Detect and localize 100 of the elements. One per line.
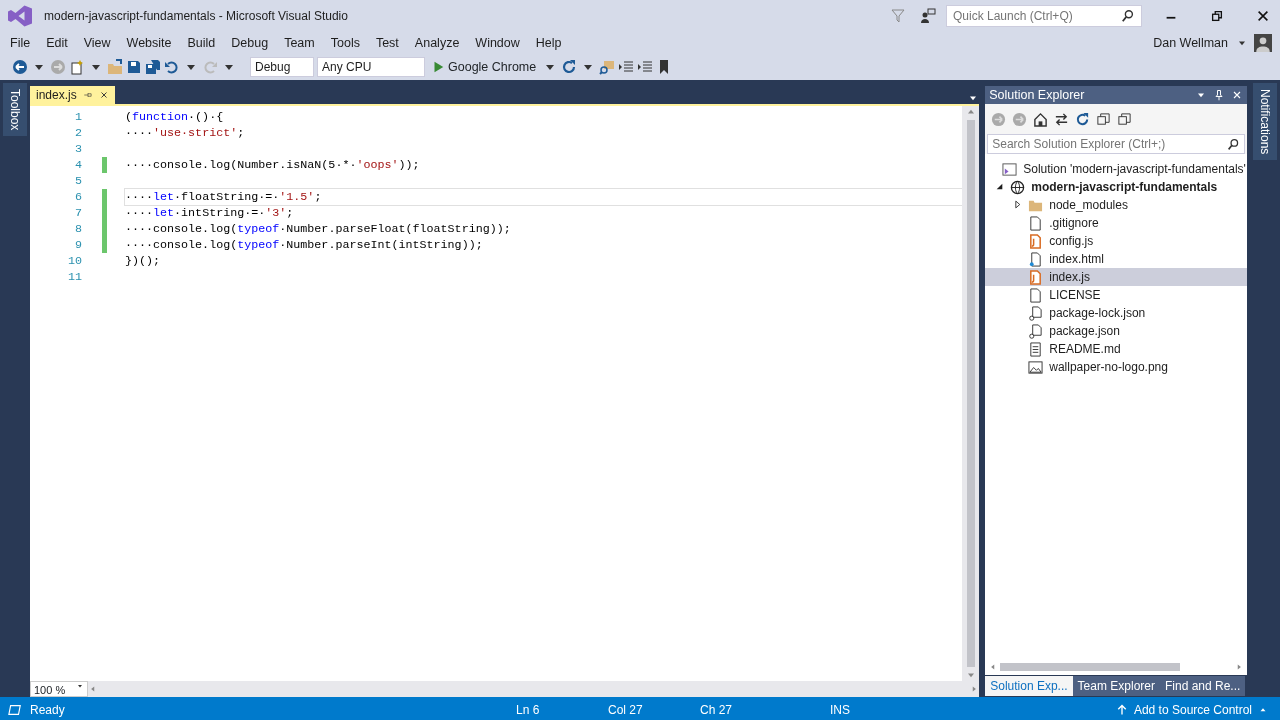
script-file-icon bbox=[1028, 233, 1044, 249]
refresh-icon[interactable] bbox=[1075, 111, 1091, 127]
tree-item[interactable]: node_modules bbox=[985, 196, 1247, 214]
visual-studio-logo-icon bbox=[8, 4, 32, 28]
image-file-icon bbox=[1028, 359, 1044, 375]
json-file-icon bbox=[1028, 323, 1044, 339]
tree-item[interactable]: wallpaper-no-logo.png bbox=[985, 358, 1247, 376]
sync-icon[interactable] bbox=[1054, 111, 1070, 127]
source-control-button[interactable]: Add to Source Control bbox=[1115, 700, 1268, 719]
line-number: 10 bbox=[66, 253, 82, 269]
solution-icon bbox=[1002, 161, 1018, 177]
tree-item[interactable]: package.json bbox=[985, 322, 1247, 340]
zoom-dropdown[interactable]: 100 % bbox=[29, 681, 88, 697]
restore-icon[interactable] bbox=[1210, 9, 1224, 23]
menu-item[interactable]: Build bbox=[179, 33, 224, 53]
line-number: 3 bbox=[73, 141, 82, 157]
line-number: 2 bbox=[73, 125, 82, 141]
code-line: ····'use·strict'; bbox=[124, 126, 245, 140]
quick-launch-field[interactable]: Quick Launch (Ctrl+Q) bbox=[946, 5, 1142, 27]
status-icon bbox=[8, 702, 22, 717]
save-icon[interactable] bbox=[126, 59, 142, 75]
tree-item[interactable]: index.js bbox=[985, 268, 1247, 286]
close-icon[interactable] bbox=[1256, 9, 1270, 23]
search-icon bbox=[1227, 137, 1240, 151]
collapse-all-icon[interactable] bbox=[1096, 111, 1112, 127]
menu-item[interactable]: Website bbox=[118, 33, 180, 53]
code-line: })(); bbox=[124, 254, 161, 268]
avatar-icon[interactable] bbox=[1254, 34, 1272, 52]
line-number: 6 bbox=[73, 189, 82, 205]
up-arrow-icon bbox=[1115, 703, 1128, 716]
platform-dropdown[interactable]: Any CPU bbox=[317, 57, 425, 77]
indent-icon[interactable] bbox=[618, 59, 635, 75]
html-file-icon bbox=[1028, 251, 1044, 267]
file-icon bbox=[1028, 215, 1044, 231]
tree-item[interactable]: .gitignore bbox=[985, 214, 1247, 232]
menu-item[interactable]: View bbox=[75, 33, 119, 53]
user-name[interactable]: Dan Wellman bbox=[1145, 33, 1236, 53]
menu-item[interactable]: Analyze bbox=[406, 33, 468, 53]
tree-item[interactable]: package-lock.json bbox=[985, 304, 1247, 322]
json-file-icon bbox=[1028, 305, 1044, 321]
configuration-dropdown[interactable]: Debug bbox=[250, 57, 314, 77]
menu-item[interactable]: Test bbox=[367, 33, 407, 53]
line-number: 5 bbox=[73, 173, 82, 189]
line-number: 11 bbox=[66, 269, 82, 285]
close-icon[interactable] bbox=[1231, 89, 1243, 101]
toolbox-tab[interactable]: Toolbox bbox=[3, 83, 27, 137]
tree-item[interactable]: Solution 'modern-javascript-fundamentals' bbox=[985, 160, 1247, 178]
line-number: 9 bbox=[73, 237, 82, 253]
open-folder-icon[interactable] bbox=[107, 59, 123, 75]
tree-item[interactable]: modern-javascript-fundamentals bbox=[985, 178, 1247, 196]
window-title: modern-javascript-fundamentals - Microsoft Visual Studio bbox=[44, 8, 348, 25]
code-line: ····console.log(typeof·Number.parseFloat(floatString)); bbox=[124, 222, 511, 236]
tree-item[interactable]: LICENSE bbox=[985, 286, 1247, 304]
column-indicator: Col 27 bbox=[608, 701, 644, 719]
document-tab[interactable]: index.js bbox=[29, 86, 115, 104]
panel-title: Solution Explorer bbox=[989, 86, 1086, 104]
close-icon[interactable] bbox=[98, 90, 109, 100]
pin-icon[interactable] bbox=[1213, 89, 1225, 101]
line-number: 4 bbox=[73, 157, 82, 173]
collapsed-arrow-icon[interactable] bbox=[1013, 200, 1023, 210]
status-message: Ready bbox=[30, 701, 66, 719]
menu-item[interactable]: Edit bbox=[38, 33, 76, 53]
tree-item[interactable]: config.js bbox=[985, 232, 1247, 250]
expanded-arrow-icon[interactable] bbox=[995, 182, 1005, 192]
run-button[interactable]: Google Chrome bbox=[428, 57, 540, 77]
globe-icon bbox=[1010, 179, 1026, 195]
scrollbar-thumb[interactable] bbox=[966, 120, 975, 667]
menu-item[interactable]: Team bbox=[276, 33, 323, 53]
pin-icon[interactable] bbox=[82, 90, 93, 100]
feedback-icon[interactable] bbox=[920, 8, 936, 24]
tree-item[interactable]: README.md bbox=[985, 340, 1247, 358]
home-icon[interactable] bbox=[1033, 111, 1049, 127]
code-line: ····let·intString·=·'3'; bbox=[124, 206, 294, 220]
zoom-value: 100 % bbox=[33, 683, 66, 696]
code-line: (function·()·{ bbox=[124, 110, 224, 124]
panel-tab[interactable]: Team Explorer bbox=[1072, 676, 1160, 696]
indent-icon[interactable] bbox=[637, 59, 654, 75]
menu-item[interactable]: Debug bbox=[223, 33, 277, 53]
menu-item[interactable]: File bbox=[0, 33, 39, 53]
code-line: ····console.log(Number.isNaN(5·*·'oops')); bbox=[124, 158, 420, 172]
find-in-files-icon[interactable] bbox=[599, 59, 616, 75]
scrollbar-thumb[interactable] bbox=[1000, 663, 1181, 671]
menu-item[interactable]: Tools bbox=[322, 33, 368, 53]
line-number: 8 bbox=[73, 221, 82, 237]
menu-item[interactable]: Window bbox=[467, 33, 528, 53]
notifications-tab[interactable]: Notifications bbox=[1253, 83, 1277, 161]
line-number: 7 bbox=[73, 205, 82, 221]
search-icon bbox=[1121, 9, 1135, 23]
menu-item[interactable]: Help bbox=[527, 33, 570, 53]
line-indicator: Ln 6 bbox=[516, 701, 541, 719]
search-field[interactable]: Search Solution Explorer (Ctrl+;) bbox=[987, 134, 1245, 154]
line-number: 1 bbox=[73, 109, 82, 125]
code-line: ····console.log(typeof·Number.parseInt(intString)); bbox=[124, 238, 483, 252]
new-item-icon[interactable] bbox=[69, 59, 85, 75]
save-all-icon[interactable] bbox=[145, 59, 161, 75]
refresh-icon[interactable] bbox=[561, 59, 578, 75]
panel-tab[interactable]: Find and Re... bbox=[1160, 676, 1246, 696]
undo-icon[interactable] bbox=[164, 59, 180, 75]
panel-tab[interactable]: Solution Exp... bbox=[985, 676, 1073, 696]
tree-item[interactable]: index.html bbox=[985, 250, 1247, 268]
